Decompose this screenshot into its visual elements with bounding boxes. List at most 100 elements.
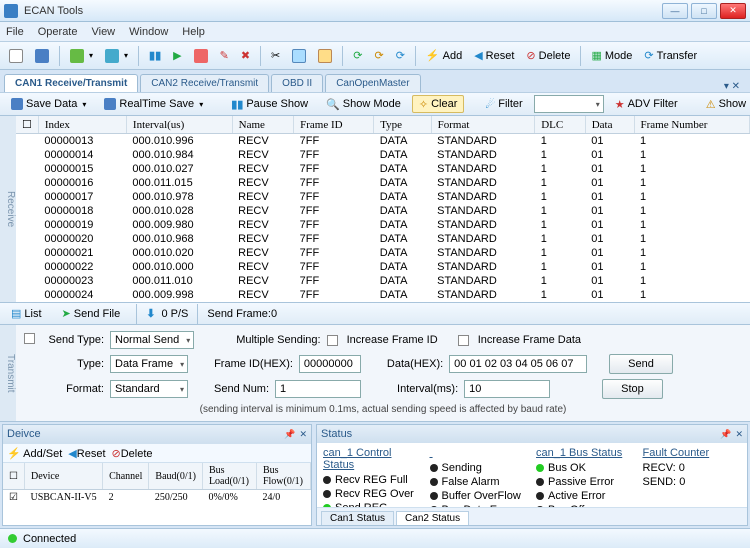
col-channel[interactable]: Channel <box>103 463 149 490</box>
col-dlc[interactable]: DLC <box>535 116 586 134</box>
table-row[interactable]: 00000022000.010.000RECV7FFDATASTANDARD10… <box>16 260 750 274</box>
realtime-save-button[interactable]: RealTime Save▾ <box>97 95 210 113</box>
col-frameid[interactable]: Frame ID <box>294 116 374 134</box>
col-check[interactable]: ☐ <box>16 116 38 134</box>
col-interval[interactable]: Interval(us) <box>126 116 232 134</box>
data-input[interactable]: 00 01 02 03 04 05 06 07 <box>449 355 587 373</box>
save-icon <box>104 98 116 110</box>
row-check[interactable] <box>24 333 35 344</box>
minimize-button[interactable]: — <box>662 3 688 19</box>
col-busload[interactable]: Bus Load(0/1) <box>202 463 256 490</box>
table-row[interactable]: 00000014000.010.984RECV7FFDATASTANDARD10… <box>16 148 750 162</box>
show-fault-button[interactable]: ⚠Show Fault <box>699 95 750 113</box>
frameid-input[interactable]: 00000000 <box>299 355 361 373</box>
send-button[interactable]: Send <box>609 354 673 374</box>
format-select[interactable]: Standard <box>110 380 188 398</box>
table-row[interactable]: 00000013000.010.996RECV7FFDATASTANDARD10… <box>16 134 750 149</box>
tabs-dropdown[interactable]: ▾ ✕ <box>718 81 746 92</box>
pin-icon[interactable]: 📌 <box>284 429 295 440</box>
sendnum-input[interactable]: 1 <box>275 380 361 398</box>
transfer-button[interactable]: ⟳Transfer <box>639 46 702 66</box>
col-device[interactable]: Device <box>24 463 102 490</box>
close-button[interactable]: ✕ <box>720 3 746 19</box>
delete-button[interactable]: ⊘Delete <box>521 46 575 66</box>
save-button[interactable] <box>30 46 54 66</box>
add-button[interactable]: ⚡Add <box>421 46 467 66</box>
col-index[interactable]: Index <box>38 116 126 134</box>
stop-button[interactable] <box>189 46 213 66</box>
col-name[interactable]: Name <box>232 116 293 134</box>
paste-button[interactable] <box>313 46 337 66</box>
table-row[interactable]: 00000021000.010.020RECV7FFDATASTANDARD10… <box>16 246 750 260</box>
receive-side-tab[interactable]: Receive <box>0 116 16 302</box>
pause-button[interactable]: ▮▮ <box>144 46 166 66</box>
tab-canopen[interactable]: CanOpenMaster <box>325 74 420 92</box>
list-button[interactable]: ▤List <box>4 305 49 323</box>
show-mode-button[interactable]: 🔍Show Mode <box>319 95 408 113</box>
refresh3-button[interactable]: ⟳ <box>391 46 410 66</box>
send-file-button[interactable]: ➤Send File <box>55 305 128 323</box>
transmit-side-tab[interactable]: Transmit <box>0 325 16 421</box>
col-framenum[interactable]: Frame Number <box>634 116 750 134</box>
refresh1-button[interactable]: ⟳ <box>348 46 367 66</box>
dev-delete-button[interactable]: ⊘Delete <box>112 447 153 460</box>
type-select[interactable]: Data Frame <box>110 355 188 373</box>
device-button[interactable]: ▾ <box>65 46 98 66</box>
menu-operate[interactable]: Operate <box>38 26 78 38</box>
col-baud[interactable]: Baud(0/1) <box>149 463 203 490</box>
menu-window[interactable]: Window <box>129 26 168 38</box>
reset-button[interactable]: ◀Reset <box>469 46 519 66</box>
table-row[interactable]: 00000018000.010.028RECV7FFDATASTANDARD10… <box>16 204 750 218</box>
mode-button[interactable]: ▦Mode <box>586 46 637 66</box>
play-button[interactable]: ▶ <box>168 46 186 66</box>
dev-reset-button[interactable]: ◀Reset <box>68 447 105 460</box>
device-row[interactable]: ☑ USBCAN-II-V5 2 250/250 0%/0% 24/0 <box>3 490 311 506</box>
close-icon[interactable]: ✕ <box>735 429 743 440</box>
dev-addset-button[interactable]: ⚡ Add/Set <box>7 447 62 460</box>
tool2-button[interactable]: ✖ <box>236 46 255 66</box>
table-row[interactable]: 00000015000.010.027RECV7FFDATASTANDARD10… <box>16 162 750 176</box>
channel-button[interactable]: ▾ <box>100 46 133 66</box>
maximize-button[interactable]: □ <box>691 3 717 19</box>
save-data-button[interactable]: Save Data▾ <box>4 95 93 113</box>
menu-view[interactable]: View <box>91 26 115 38</box>
table-row[interactable]: 00000017000.010.978RECV7FFDATASTANDARD10… <box>16 190 750 204</box>
col-type[interactable]: Type <box>374 116 431 134</box>
pin-icon[interactable]: 📌 <box>720 429 731 440</box>
table-row[interactable]: 00000019000.009.980RECV7FFDATASTANDARD10… <box>16 218 750 232</box>
table-row[interactable]: 00000020000.010.968RECV7FFDATASTANDARD10… <box>16 232 750 246</box>
col-format[interactable]: Format <box>431 116 535 134</box>
status-panel: Status📌✕ can_1 Control Status Recv REG F… <box>316 424 748 526</box>
table-row[interactable]: 00000023000.011.010RECV7FFDATASTANDARD10… <box>16 274 750 288</box>
tab-obd[interactable]: OBD II <box>271 74 323 92</box>
adv-filter-button[interactable]: ★ADV Filter <box>608 95 685 113</box>
menu-help[interactable]: Help <box>182 26 205 38</box>
table-row[interactable]: 00000024000.009.998RECV7FFDATASTANDARD10… <box>16 288 750 302</box>
incfdata-check[interactable] <box>458 335 469 346</box>
refresh2-button[interactable]: ⟳ <box>369 46 388 66</box>
col-busflow[interactable]: Bus Flow(0/1) <box>256 463 310 490</box>
pause-show-button[interactable]: ▮▮Pause Show <box>224 95 315 113</box>
table-row[interactable]: 00000016000.011.015RECV7FFDATASTANDARD10… <box>16 176 750 190</box>
filter-button[interactable]: ☄Filter <box>478 95 529 113</box>
tab-can2[interactable]: CAN2 Receive/Transmit <box>140 74 269 92</box>
filter-select[interactable] <box>534 95 604 113</box>
incfid-check[interactable] <box>327 335 338 346</box>
col-data[interactable]: Data <box>585 116 634 134</box>
close-icon[interactable]: ✕ <box>299 429 307 440</box>
tab-can2-status[interactable]: Can2 Status <box>396 511 469 525</box>
tab-can1[interactable]: CAN1 Receive/Transmit <box>4 74 138 92</box>
cut-button[interactable]: ✂ <box>266 46 285 66</box>
interval-input[interactable]: 10 <box>464 380 550 398</box>
stop-button[interactable]: Stop <box>602 379 663 399</box>
copy-button[interactable] <box>287 46 311 66</box>
clear-button[interactable]: ✧Clear <box>412 95 465 113</box>
receive-grid[interactable]: ☐ Index Interval(us) Name Frame ID Type … <box>16 116 750 302</box>
sendtype-select[interactable]: Normal Send <box>110 331 194 349</box>
tool1-button[interactable]: ✎ <box>215 46 234 66</box>
send-frame-label: Send Frame:0 <box>207 308 277 320</box>
menu-file[interactable]: File <box>6 26 24 38</box>
new-button[interactable] <box>4 46 28 66</box>
ps-label: 0 P/S <box>161 308 188 320</box>
tab-can1-status[interactable]: Can1 Status <box>321 511 394 525</box>
